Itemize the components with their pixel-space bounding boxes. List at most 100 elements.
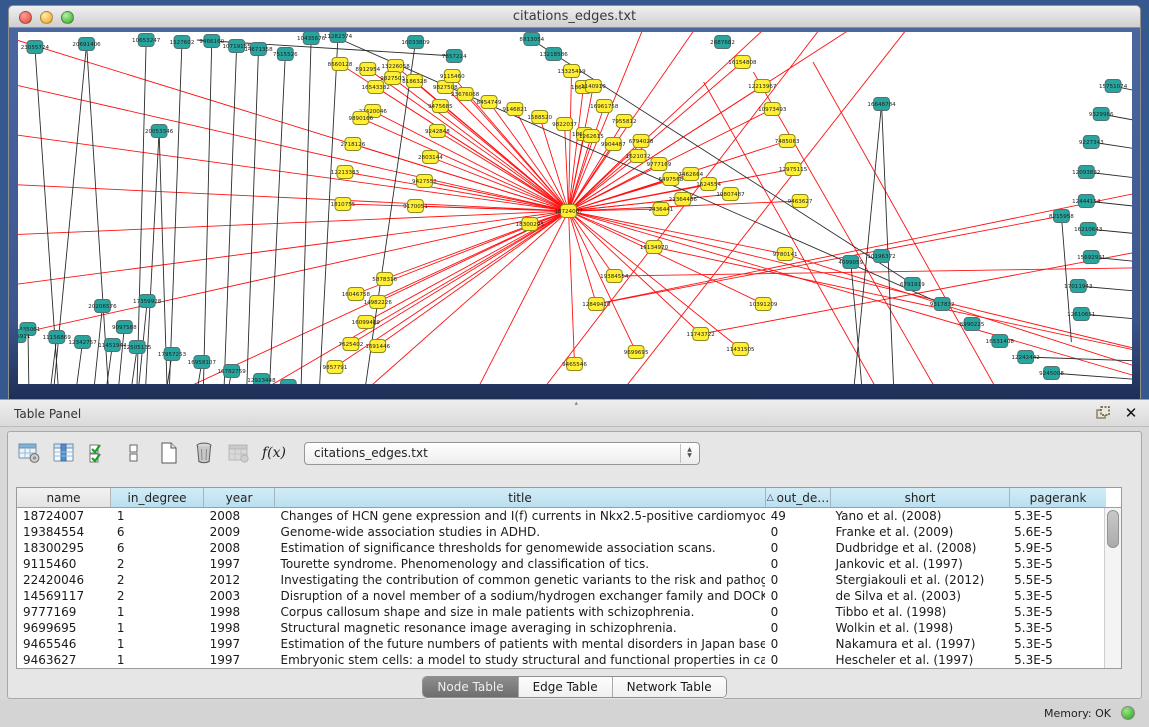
network-node-selected[interactable]: 7485063 xyxy=(775,135,800,148)
network-node[interactable]: 15751074 xyxy=(1099,80,1128,93)
network-node-selected[interactable]: 11431505 xyxy=(726,343,755,356)
table-cell[interactable]: 1 xyxy=(111,652,204,668)
table-row[interactable]: 946554611997Estimation of the future num… xyxy=(17,636,1104,652)
network-node[interactable]: 8215958 xyxy=(1049,210,1074,223)
table-cell[interactable]: Structural magnetic resonance image aver… xyxy=(275,620,765,636)
network-node[interactable]: 15692931 xyxy=(1077,251,1106,264)
column-header-pagerank[interactable]: pagerank xyxy=(1010,488,1106,507)
table-row[interactable]: 1456911722003Disruption of a novel membe… xyxy=(17,588,1104,604)
table-cell[interactable]: 22420046 xyxy=(17,572,111,588)
table-cell[interactable]: 6 xyxy=(111,540,204,556)
table-cell[interactable]: Stergiakouli et al. (2012) xyxy=(830,572,1009,588)
network-node-selected[interactable]: 12213383 xyxy=(331,166,360,179)
network-node-selected[interactable]: 19384554 xyxy=(600,270,629,283)
network-node[interactable]: 7857224 xyxy=(442,50,467,63)
table-cell[interactable]: 5.6E-5 xyxy=(1008,524,1104,540)
close-panel-icon[interactable]: ✕ xyxy=(1123,405,1139,421)
table-cell[interactable]: 1997 xyxy=(204,556,275,572)
table-cell[interactable]: 2003 xyxy=(204,588,275,604)
select-rows-icon[interactable] xyxy=(86,440,112,466)
network-node-selected[interactable]: 7955812 xyxy=(612,115,637,128)
table-row[interactable]: 969969511998Structural magnetic resonanc… xyxy=(17,620,1104,636)
table-cell[interactable]: 0 xyxy=(765,524,830,540)
network-canvas[interactable]: 1872400786601288912954132260589827503818… xyxy=(18,32,1132,384)
table-cell[interactable]: Investigating the contribution of common… xyxy=(275,572,765,588)
network-node[interactable]: 16531408 xyxy=(986,335,1015,348)
column-header-out_de[interactable]: △out_de… xyxy=(766,488,831,507)
network-node[interactable]: 2687682 xyxy=(710,36,735,49)
table-cell[interactable]: 5.3E-5 xyxy=(1008,652,1104,668)
network-node[interactable]: 10653247 xyxy=(132,34,161,47)
network-node[interactable]: 13218586 xyxy=(539,48,568,61)
float-panel-icon[interactable] xyxy=(1095,405,1111,421)
table-cell[interactable]: Hescheler et al. (1997) xyxy=(830,652,1009,668)
network-node-selected[interactable]: 10807487 xyxy=(716,188,745,201)
network-node[interactable]: 9466160 xyxy=(199,35,224,48)
new-table-icon[interactable] xyxy=(156,440,182,466)
network-node-selected[interactable]: 12975115 xyxy=(779,163,808,176)
table-cell[interactable]: 0 xyxy=(765,652,830,668)
network-node[interactable]: 9245008 xyxy=(1039,367,1064,380)
network-node[interactable]: 16958107 xyxy=(188,356,217,369)
network-node[interactable]: 16648784 xyxy=(867,98,896,111)
column-header-year[interactable]: year xyxy=(204,488,275,507)
network-node-selected[interactable]: 6794028 xyxy=(629,135,654,148)
table-cell[interactable]: 9463627 xyxy=(17,652,111,668)
table-cell[interactable]: 18724007 xyxy=(17,508,111,524)
table-cell[interactable]: Dudbridge et al. (2008) xyxy=(830,540,1009,556)
network-node[interactable]: 8990225 xyxy=(960,318,985,331)
table-cell[interactable]: Disruption of a novel member of a sodium… xyxy=(275,588,765,604)
table-cell[interactable]: 0 xyxy=(765,540,830,556)
network-node[interactable]: 9227343 xyxy=(1079,136,1104,149)
table-cell[interactable]: 1997 xyxy=(204,652,275,668)
table-cell[interactable]: 5.9E-5 xyxy=(1008,540,1104,556)
network-node-selected[interactable]: 16046758 xyxy=(342,288,371,301)
minimize-window-button[interactable] xyxy=(40,11,53,24)
table-cell[interactable]: 2 xyxy=(111,572,204,588)
network-node-selected[interactable]: 2436441 xyxy=(649,203,674,216)
network-node-selected[interactable]: 8454749 xyxy=(477,96,502,109)
table-row[interactable]: 911546021997Tourette syndrome. Phenomeno… xyxy=(17,556,1104,572)
delete-table-icon[interactable] xyxy=(191,440,217,466)
tab-network-table[interactable]: Network Table xyxy=(613,677,726,697)
table-cell[interactable]: 2009 xyxy=(204,524,275,540)
table-cell[interactable]: 5.3E-5 xyxy=(1008,588,1104,604)
scrollbar-thumb[interactable] xyxy=(1107,510,1119,548)
network-node[interactable]: 12093832 xyxy=(1072,166,1100,179)
column-header-short[interactable]: short xyxy=(831,488,1010,507)
network-node[interactable]: 10435676 xyxy=(297,32,326,45)
table-cell[interactable]: 1998 xyxy=(204,604,275,620)
table-cell[interactable]: 1997 xyxy=(204,636,275,652)
function-builder-icon[interactable]: f(x) xyxy=(261,440,287,466)
table-cell[interactable]: Embryonic stem cells: a model to study s… xyxy=(275,652,765,668)
table-cell[interactable]: 6 xyxy=(111,524,204,540)
table-settings-icon[interactable] xyxy=(16,440,42,466)
select-column-icon[interactable] xyxy=(51,440,77,466)
network-node-selected[interactable]: 13226058 xyxy=(381,60,410,73)
table-cell[interactable]: Estimation of significance thresholds fo… xyxy=(275,540,765,556)
network-node[interactable]: 9329966 xyxy=(1089,108,1114,121)
table-selector-dropdown[interactable]: citations_edges.txt ▲▼ xyxy=(304,442,700,465)
import-table-icon[interactable] xyxy=(226,440,252,466)
table-cell[interactable]: 9777169 xyxy=(17,604,111,620)
table-cell[interactable]: 0 xyxy=(765,572,830,588)
table-cell[interactable]: 2012 xyxy=(204,572,275,588)
table-cell[interactable]: 5.3E-5 xyxy=(1008,604,1104,620)
network-node[interactable]: 6791919 xyxy=(900,278,925,291)
table-cell[interactable]: de Silva et al. (2003) xyxy=(830,588,1009,604)
table-cell[interactable]: 5.3E-5 xyxy=(1008,508,1104,524)
table-row[interactable]: 1872400712008Changes of HCN gene express… xyxy=(17,508,1104,524)
table-cell[interactable]: 1 xyxy=(111,636,204,652)
close-window-button[interactable] xyxy=(19,11,32,24)
network-node[interactable]: 10196372 xyxy=(867,250,895,263)
network-node-selected[interactable]: 7625402 xyxy=(339,338,364,351)
network-node[interactable]: 15883262 xyxy=(274,380,302,385)
network-node-selected[interactable]: 13325419 xyxy=(557,65,586,78)
network-node[interactable]: 17957253 xyxy=(158,348,187,361)
clear-selection-icon[interactable] xyxy=(121,440,147,466)
table-cell[interactable]: Nakamura et al. (1997) xyxy=(830,636,1009,652)
network-node[interactable]: 17011943 xyxy=(1064,280,1093,293)
network-node[interactable]: 17359928 xyxy=(133,295,162,308)
network-node-selected[interactable]: 16154808 xyxy=(728,56,757,69)
table-cell[interactable]: 9699695 xyxy=(17,620,111,636)
